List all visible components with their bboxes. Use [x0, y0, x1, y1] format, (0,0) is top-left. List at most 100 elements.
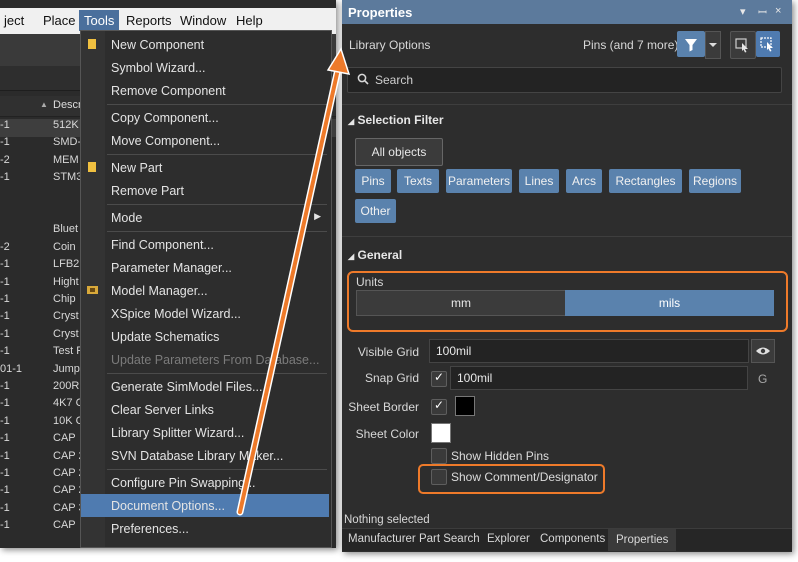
tab-components[interactable]: Components	[540, 533, 605, 545]
search-input[interactable]: Search	[347, 67, 782, 93]
menu-item-parameter-manager[interactable]: Parameter Manager...	[81, 256, 329, 279]
panel-tab-strip: Manufacturer Part Search Explorer Compon…	[342, 528, 792, 551]
tab-explorer[interactable]: Explorer	[487, 533, 530, 545]
row-description: 200R	[53, 380, 80, 392]
menu-item-label: Document Options...	[111, 499, 225, 513]
tab-manufacturer-part-search[interactable]: Manufacturer Part Search	[348, 533, 480, 545]
menu-item-document-options[interactable]: Document Options...	[81, 494, 329, 517]
visible-grid-label: Visible Grid	[357, 345, 419, 359]
chevron-down-icon	[709, 43, 717, 47]
menu-help[interactable]: Help	[236, 13, 263, 28]
snap-grid-input[interactable]: 100mil	[450, 366, 748, 390]
show-comment-designator-checkbox[interactable]	[431, 469, 447, 485]
row-description: Hight	[53, 275, 79, 288]
menu-item-update-schematics[interactable]: Update Schematics	[81, 325, 329, 348]
menu-item-xspice-model-wizard[interactable]: XSpice Model Wizard...	[81, 302, 329, 325]
visibility-toggle[interactable]	[751, 339, 775, 363]
menu-window[interactable]: Window	[180, 13, 226, 28]
row-designator: -1	[0, 293, 10, 305]
menu-item-label: Mode	[111, 211, 143, 225]
submenu-arrow-icon: ▶	[314, 211, 321, 221]
all-objects-button[interactable]: All objects	[355, 138, 443, 166]
menu-item-remove-component[interactable]: Remove Component	[81, 79, 329, 102]
menu-item-copy-component[interactable]: Copy Component...	[81, 106, 329, 129]
menu-item-new-component[interactable]: New Component	[81, 33, 329, 56]
filter-chip-lines[interactable]: Lines	[519, 169, 559, 193]
filter-chip-other[interactable]: Other	[355, 199, 396, 223]
sheet-color-label: Sheet Color	[355, 427, 419, 441]
column-header-description[interactable]: Descr	[53, 99, 82, 111]
close-icon[interactable]: ×	[775, 5, 781, 17]
menu-item-configure-pin-swapping[interactable]: Configure Pin Swapping...	[81, 471, 329, 494]
menu-item-symbol-wizard[interactable]: Symbol Wizard...	[81, 56, 329, 79]
new-component-icon	[87, 38, 97, 50]
menu-item-svn-database-library-maker[interactable]: SVN Database Library Maker...	[81, 444, 329, 467]
menu-item-label: Generate SimModel Files...	[111, 380, 263, 394]
panel-menu-icon[interactable]: ▾	[740, 5, 746, 18]
filter-summary: Pins (and 7 more)	[583, 38, 679, 52]
menu-item-label: Copy Component...	[111, 111, 219, 125]
select-cursor-button[interactable]	[730, 31, 756, 59]
menu-item-generate-simmodel-files[interactable]: Generate SimModel Files...	[81, 375, 329, 398]
row-designator: -1	[0, 275, 10, 288]
units-mm-toggle[interactable]: mm	[356, 290, 566, 316]
selection-filter-title: Selection Filter	[357, 113, 444, 127]
menu-item-remove-part[interactable]: Remove Part	[81, 179, 329, 202]
row-description: Bluet	[53, 223, 79, 236]
row-designator: -1	[0, 397, 10, 410]
filter-dropdown[interactable]	[705, 31, 721, 59]
row-designator: -1	[0, 380, 10, 392]
filter-icon	[685, 39, 697, 52]
menu-item-find-component[interactable]: Find Component...	[81, 233, 329, 256]
menu-item-model-manager[interactable]: Model Manager...	[81, 279, 329, 302]
menu-tools[interactable]: Tools	[79, 10, 120, 31]
menu-item-move-component[interactable]: Move Component...	[81, 129, 329, 152]
filter-chip-texts[interactable]: Texts	[397, 169, 439, 193]
filter-button[interactable]	[677, 31, 705, 57]
menu-reports[interactable]: Reports	[126, 13, 172, 28]
general-heading[interactable]: ◢ General	[348, 248, 402, 262]
row-designator: -1	[0, 136, 10, 149]
cursor-select-icon	[735, 38, 748, 53]
row-description: CAP	[53, 519, 76, 532]
menu-item-new-part[interactable]: New Part	[81, 156, 329, 179]
row-description: 4K7 C	[53, 397, 84, 410]
selection-filter-heading[interactable]: ◢ Selection Filter	[348, 113, 444, 127]
sheet-color-swatch[interactable]	[431, 423, 451, 443]
row-designator: -1	[0, 432, 10, 445]
menu-project[interactable]: ject	[4, 13, 24, 28]
pin-icon[interactable]: ꟷ	[758, 5, 767, 20]
units-mils-toggle[interactable]: mils	[565, 290, 774, 316]
menu-item-clear-server-links[interactable]: Clear Server Links	[81, 398, 329, 421]
menu-separator	[107, 469, 327, 470]
menu-item-label: SVN Database Library Maker...	[111, 449, 284, 463]
sheet-border-color-swatch[interactable]	[455, 396, 475, 416]
row-description: Chip	[53, 293, 76, 305]
tab-properties[interactable]: Properties	[608, 529, 677, 551]
filter-chip-regions[interactable]: Regions	[689, 169, 741, 193]
filter-chip-arcs[interactable]: Arcs	[566, 169, 602, 193]
filter-chip-pins[interactable]: Pins	[355, 169, 391, 193]
menu-item-library-splitter-wizard[interactable]: Library Splitter Wizard...	[81, 421, 329, 444]
selection-status: Nothing selected	[344, 514, 430, 526]
sheet-border-label: Sheet Border	[348, 400, 419, 414]
menu-item-mode[interactable]: Mode ▶	[81, 206, 329, 229]
row-designator: -1	[0, 414, 10, 427]
menu-item-preferences[interactable]: Preferences...	[81, 517, 329, 540]
menu-place[interactable]: Place	[43, 13, 76, 28]
panel-title: Properties	[348, 5, 413, 20]
filter-chip-rectangles[interactable]: Rectangles	[609, 169, 682, 193]
filter-chip-parameters[interactable]: Parameters	[446, 169, 512, 193]
visible-grid-value: 100mil	[436, 344, 472, 358]
sort-arrow-icon[interactable]: ▲	[40, 100, 48, 109]
sheet-border-checkbox[interactable]	[431, 398, 447, 415]
select-area-button[interactable]	[756, 31, 780, 57]
visible-grid-input[interactable]: 100mil	[429, 339, 749, 363]
menu-item-label: Configure Pin Swapping...	[111, 476, 256, 490]
snap-grid-checkbox[interactable]	[431, 370, 447, 387]
search-placeholder: Search	[375, 73, 414, 87]
library-options-label: Library Options	[349, 38, 431, 52]
menu-item-update-parameters-from-database: Update Parameters From Database...	[81, 348, 329, 371]
show-hidden-pins-checkbox[interactable]	[431, 448, 447, 464]
row-description: LFB2	[53, 258, 80, 271]
